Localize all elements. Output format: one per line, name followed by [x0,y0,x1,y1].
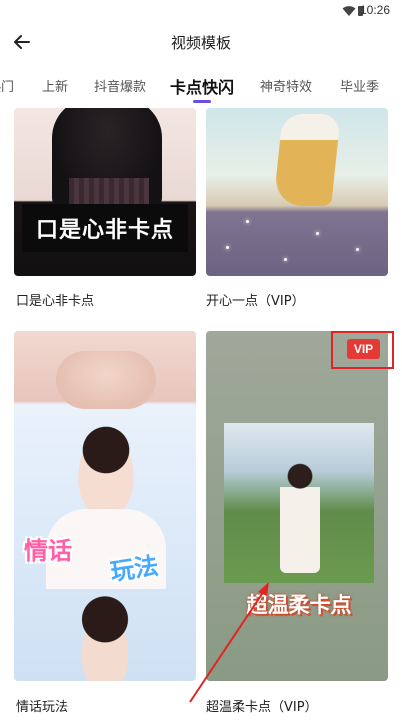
tab-douyin-hits[interactable]: 抖音爆款 [94,76,146,95]
template-title[interactable]: 超温柔卡点（VIP） [206,696,318,715]
thumbnail-inner-photo [224,423,374,583]
sparkle-decoration [246,220,249,223]
thumbnail-overlay-text: 超温柔卡点 [246,593,352,617]
tab-new[interactable]: 上新 [42,76,68,95]
annotation-highlight-box [331,331,394,369]
thumbnail-figure [273,114,341,206]
template-title[interactable]: 口是心非卡点 [16,290,94,309]
sparkle-decoration [284,258,287,261]
tab-beat-flash[interactable]: 卡点快闪 [170,74,234,98]
sparkle-decoration [226,246,229,249]
tab-hot[interactable]: 热门 [0,76,14,95]
thumbnail-overlay-text: 口是心非卡点 [22,204,188,252]
thumbnail-figure [280,463,320,573]
wifi-icon [342,6,356,16]
clock: 10:26 [359,3,390,17]
template-thumbnail[interactable]: 超温柔卡点 [206,331,388,681]
template-thumbnail[interactable]: 口是心非卡点 [14,108,196,276]
template-thumbnail[interactable] [206,108,388,276]
thumbnail-figure [56,351,156,409]
category-tabs: 热门 上新 抖音爆款 卡点快闪 神奇特效 毕业季 [0,64,402,108]
sparkle-decoration [356,248,359,251]
sparkle-decoration [316,232,319,235]
tab-graduation[interactable]: 毕业季 [340,76,379,95]
page-title: 视频模板 [170,34,231,52]
template-thumbnail[interactable]: 情话 玩法 [14,331,196,681]
tab-magic-effects[interactable]: 神奇特效 [260,76,312,95]
template-title[interactable]: 开心一点（VIP） [206,290,305,309]
status-bar: 10:26 [0,0,402,22]
thumbnail-figure [70,593,140,681]
toolbar: 视频模板 [0,24,402,60]
thumbnail-overlay-text: 玩法 [108,551,161,587]
template-title[interactable]: 情话玩法 [16,696,68,715]
active-tab-indicator [193,100,211,103]
thumbnail-overlay-text: 情话 [24,537,72,565]
thumbnail-figure [66,415,146,515]
